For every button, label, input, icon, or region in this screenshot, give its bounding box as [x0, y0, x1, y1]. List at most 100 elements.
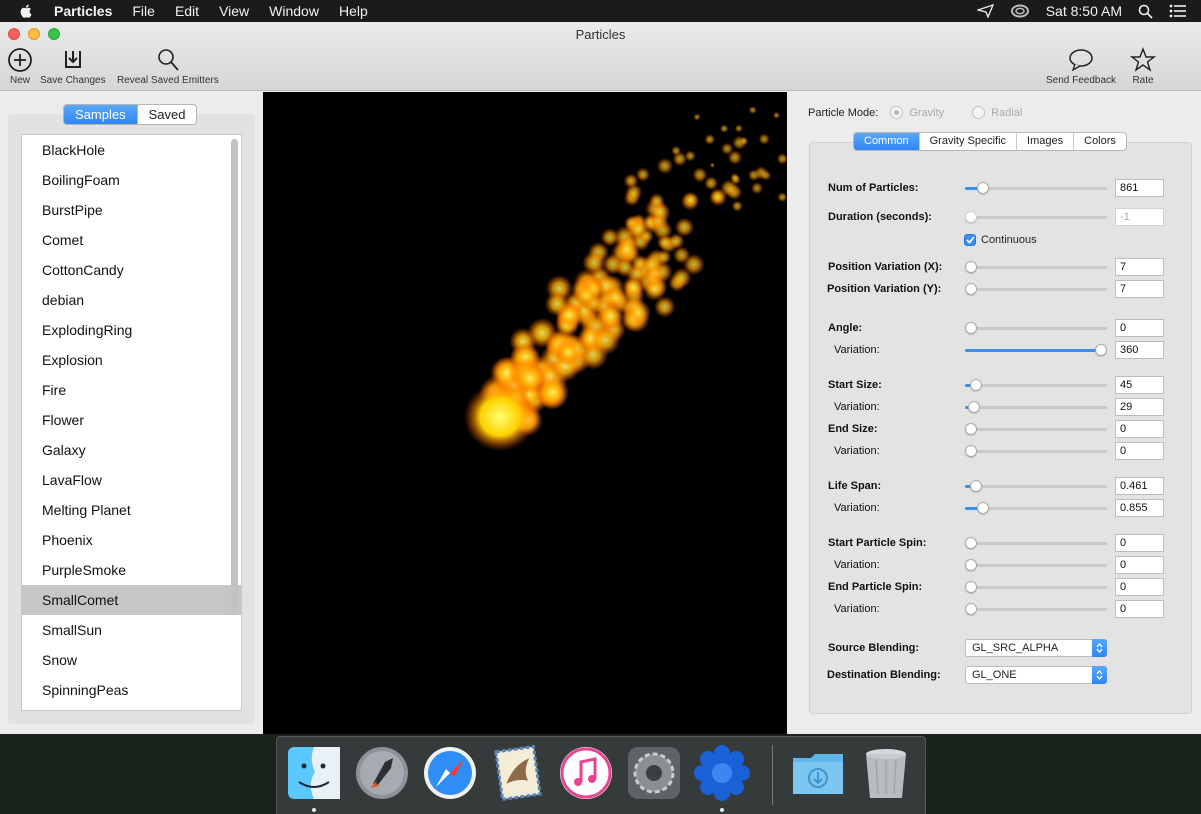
- list-item[interactable]: PurpleSmoke: [22, 555, 241, 585]
- slider-knob[interactable]: [965, 261, 977, 273]
- menu-view[interactable]: View: [219, 3, 249, 19]
- slider-knob[interactable]: [965, 603, 977, 615]
- list-item[interactable]: Phoenix: [22, 525, 241, 555]
- slider-knob[interactable]: [965, 559, 977, 571]
- list-item[interactable]: Galaxy: [22, 435, 241, 465]
- start-spin-slider[interactable]: [965, 537, 1107, 549]
- safari-icon[interactable]: [421, 744, 479, 802]
- list-item[interactable]: LavaFlow: [22, 465, 241, 495]
- num-particles-slider[interactable]: [965, 182, 1107, 194]
- location-arrow-icon[interactable]: [976, 4, 994, 18]
- mail-icon[interactable]: [489, 744, 547, 802]
- list-item[interactable]: Explosion: [22, 345, 241, 375]
- continuous-checkbox[interactable]: [964, 234, 976, 246]
- downloads-icon[interactable]: [789, 744, 847, 802]
- end-size-variation-slider[interactable]: [965, 445, 1107, 457]
- creative-cloud-icon[interactable]: [1010, 4, 1030, 18]
- start-size-field[interactable]: 45: [1115, 376, 1164, 394]
- list-item[interactable]: SpinningPeas: [22, 675, 241, 705]
- slider-knob[interactable]: [965, 445, 977, 457]
- angle-variation-field[interactable]: 360: [1115, 341, 1164, 359]
- start-spin-field[interactable]: 0: [1115, 534, 1164, 552]
- list-item[interactable]: BlackHole: [22, 135, 241, 165]
- list-item[interactable]: BurstPipe: [22, 195, 241, 225]
- source-blending-popup[interactable]: GL_SRC_ALPHA: [965, 639, 1107, 657]
- end-spin-field[interactable]: 0: [1115, 578, 1164, 596]
- tab-images[interactable]: Images: [1016, 133, 1073, 150]
- life-span-field[interactable]: 0.461: [1115, 477, 1164, 495]
- menu-app-name[interactable]: Particles: [54, 3, 112, 19]
- tab-saved[interactable]: Saved: [136, 105, 197, 124]
- tab-samples[interactable]: Samples: [64, 105, 137, 124]
- list-item-selected[interactable]: SmallComet: [22, 585, 241, 615]
- rate-button[interactable]: Rate: [1130, 47, 1156, 86]
- slider-knob[interactable]: [965, 283, 977, 295]
- menu-file[interactable]: File: [132, 3, 155, 19]
- slider-knob[interactable]: [968, 401, 980, 413]
- slider-knob[interactable]: [965, 423, 977, 435]
- start-size-variation-slider[interactable]: [965, 401, 1107, 413]
- end-size-variation-field[interactable]: 0: [1115, 442, 1164, 460]
- position-variation-y-field[interactable]: 7: [1115, 280, 1164, 298]
- particles-icon[interactable]: [693, 744, 751, 802]
- start-size-variation-field[interactable]: 29: [1115, 398, 1164, 416]
- list-scrollbar[interactable]: [231, 139, 238, 613]
- start-spin-variation-field[interactable]: 0: [1115, 556, 1164, 574]
- emitter-list[interactable]: BlackHole BoilingFoam BurstPipe Comet Co…: [21, 134, 242, 711]
- position-variation-x-field[interactable]: 7: [1115, 258, 1164, 276]
- menu-window[interactable]: Window: [269, 3, 319, 19]
- reveal-saved-emitters-button[interactable]: Reveal Saved Emitters: [117, 47, 219, 86]
- list-item[interactable]: CottonCandy: [22, 255, 241, 285]
- start-size-slider[interactable]: [965, 379, 1107, 391]
- list-item[interactable]: Melting Planet: [22, 495, 241, 525]
- list-item[interactable]: SmallSun: [22, 615, 241, 645]
- list-item[interactable]: debian: [22, 285, 241, 315]
- list-item[interactable]: BoilingFoam: [22, 165, 241, 195]
- slider-knob[interactable]: [965, 211, 977, 223]
- life-span-variation-slider[interactable]: [965, 502, 1107, 514]
- duration-slider[interactable]: [965, 211, 1107, 223]
- destination-blending-popup[interactable]: GL_ONE: [965, 666, 1107, 684]
- itunes-icon[interactable]: [557, 744, 615, 802]
- slider-knob[interactable]: [977, 182, 989, 194]
- menu-edit[interactable]: Edit: [175, 3, 199, 19]
- end-spin-slider[interactable]: [965, 581, 1107, 593]
- continuous-checkbox-group[interactable]: Continuous: [964, 234, 1037, 246]
- slider-knob[interactable]: [970, 480, 982, 492]
- particle-preview-canvas[interactable]: [263, 92, 787, 734]
- system-preferences-icon[interactable]: [625, 744, 683, 802]
- list-item[interactable]: Flower: [22, 405, 241, 435]
- list-item[interactable]: ExplodingRing: [22, 315, 241, 345]
- life-span-slider[interactable]: [965, 480, 1107, 492]
- spotlight-search-icon[interactable]: [1138, 4, 1153, 19]
- menu-clock[interactable]: Sat 8:50 AM: [1046, 3, 1122, 19]
- finder-icon[interactable]: [285, 744, 343, 802]
- list-item[interactable]: Fire: [22, 375, 241, 405]
- tab-common[interactable]: Common: [854, 133, 919, 150]
- duration-field[interactable]: -1: [1115, 208, 1164, 226]
- life-span-variation-field[interactable]: 0.855: [1115, 499, 1164, 517]
- angle-slider[interactable]: [965, 322, 1107, 334]
- radial-radio[interactable]: [972, 106, 986, 119]
- gravity-radio[interactable]: [890, 106, 904, 119]
- new-button[interactable]: New: [7, 47, 33, 86]
- menu-help[interactable]: Help: [339, 3, 368, 19]
- trash-icon[interactable]: [857, 744, 915, 802]
- end-size-field[interactable]: 0: [1115, 420, 1164, 438]
- position-variation-y-slider[interactable]: [965, 283, 1107, 295]
- num-particles-field[interactable]: 861: [1115, 179, 1164, 197]
- slider-knob[interactable]: [965, 537, 977, 549]
- tab-gravity-specific[interactable]: Gravity Specific: [918, 133, 1016, 150]
- position-variation-x-slider[interactable]: [965, 261, 1107, 273]
- end-spin-variation-field[interactable]: 0: [1115, 600, 1164, 618]
- send-feedback-button[interactable]: Send Feedback: [1046, 47, 1116, 86]
- start-spin-variation-slider[interactable]: [965, 559, 1107, 571]
- slider-knob[interactable]: [965, 581, 977, 593]
- end-size-slider[interactable]: [965, 423, 1107, 435]
- angle-field[interactable]: 0: [1115, 319, 1164, 337]
- slider-knob[interactable]: [970, 379, 982, 391]
- list-item[interactable]: Snow: [22, 645, 241, 675]
- slider-knob[interactable]: [977, 502, 989, 514]
- launchpad-icon[interactable]: [353, 744, 411, 802]
- notification-center-icon[interactable]: [1169, 4, 1187, 18]
